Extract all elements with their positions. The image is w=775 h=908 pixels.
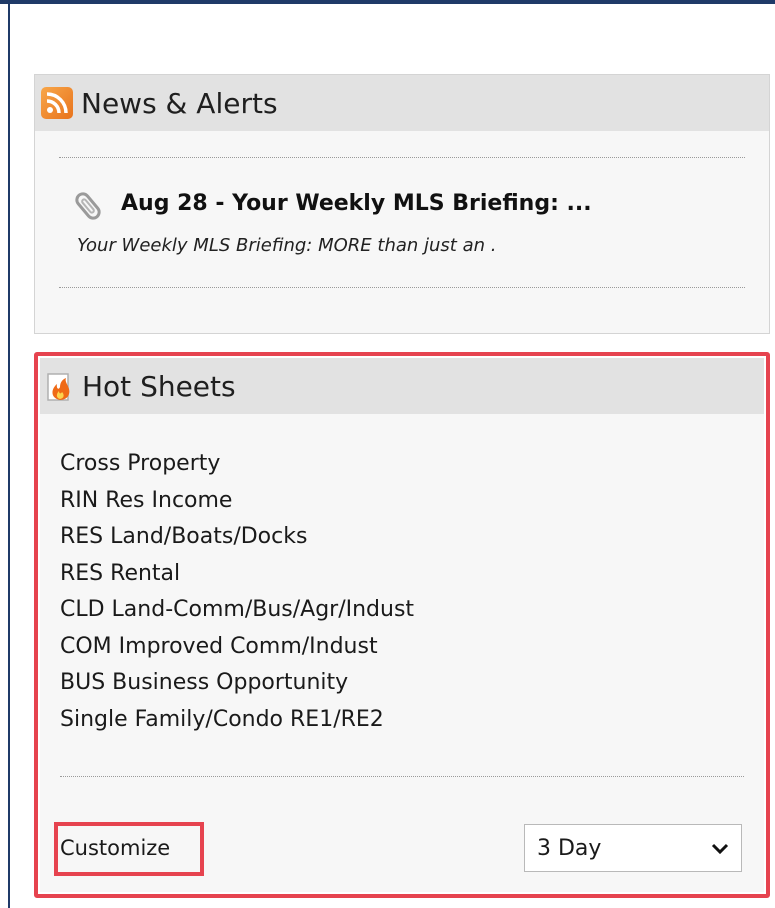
hot-sheets-list: Cross Property RIN Res Income RES Land/B… (60, 446, 414, 738)
window-left-border (8, 0, 10, 908)
news-alerts-panel: News & Alerts Aug 28 - Your Weekly MLS B… (34, 74, 770, 334)
hot-sheet-link[interactable]: RES Rental (60, 556, 414, 593)
window-top-border (0, 0, 775, 4)
hot-sheet-link[interactable]: BUS Business Opportunity (60, 665, 414, 702)
news-alerts-header: News & Alerts (35, 75, 769, 131)
news-alerts-title: News & Alerts (81, 86, 278, 120)
hot-sheet-link[interactable]: RES Land/Boats/Docks (60, 519, 414, 556)
hot-sheets-header: Hot Sheets (40, 358, 764, 414)
day-range-select[interactable]: 3 Day (524, 824, 742, 872)
flame-icon (46, 370, 74, 402)
day-range-value: 3 Day (537, 835, 602, 861)
customize-link[interactable]: Customize (60, 836, 170, 860)
chevron-down-icon (711, 836, 729, 861)
hot-sheet-link[interactable]: CLD Land-Comm/Bus/Agr/Indust (60, 592, 414, 629)
news-item-snippet: Your Weekly MLS Briefing: MORE than just… (77, 235, 497, 256)
rss-icon (41, 87, 73, 119)
divider (59, 287, 745, 288)
hot-sheet-link[interactable]: Cross Property (60, 446, 414, 483)
paperclip-icon (71, 189, 105, 227)
divider (60, 776, 744, 777)
hot-sheets-panel: Hot Sheets Cross Property RIN Res Income… (40, 358, 764, 892)
news-item-headline[interactable]: Aug 28 - Your Weekly MLS Briefing: ... (121, 191, 592, 216)
hot-sheet-link[interactable]: COM Improved Comm/Indust (60, 629, 414, 666)
hot-sheets-title: Hot Sheets (82, 369, 236, 403)
divider (59, 157, 745, 158)
hot-sheet-link[interactable]: RIN Res Income (60, 483, 414, 520)
hot-sheet-link[interactable]: Single Family/Condo RE1/RE2 (60, 702, 414, 739)
